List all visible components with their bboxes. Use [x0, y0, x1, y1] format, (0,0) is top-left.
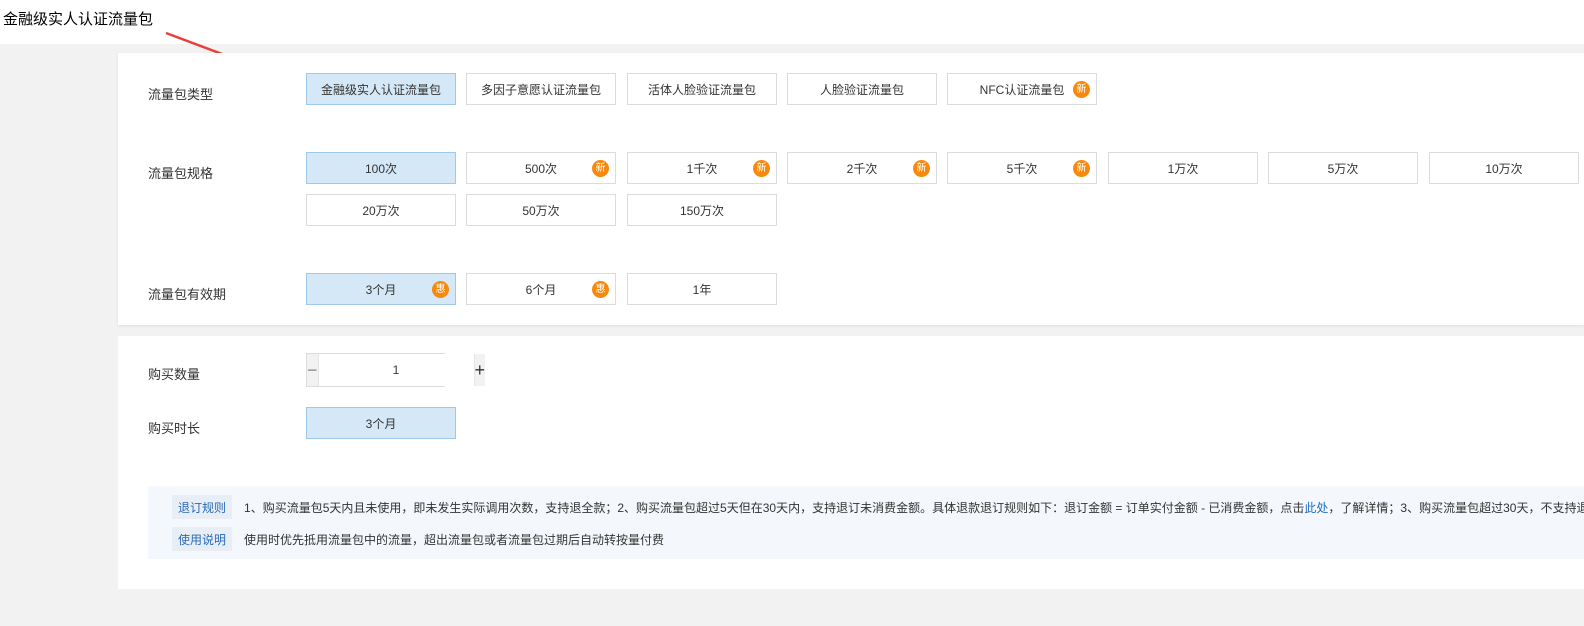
- package-spec-option-label: 500次: [524, 161, 558, 176]
- package-config-panel: 流量包类型 金融级实人认证流量包 多因子意愿认证流量包 活体人脸验证流量包 人脸验证流…: [118, 53, 1584, 325]
- package-spec-option[interactable]: 50万次: [466, 194, 616, 226]
- package-type-option[interactable]: NFC认证流量包新: [947, 73, 1097, 105]
- package-spec-option[interactable]: 1万次: [1108, 152, 1258, 184]
- duration-value: 3个月: [365, 416, 397, 431]
- package-spec-option-label: 50万次: [522, 203, 560, 218]
- package-spec-option[interactable]: 20万次: [306, 194, 456, 226]
- annotation-title: 金融级实人认证流量包: [3, 11, 154, 28]
- package-spec-option-label: 5千次: [1006, 161, 1038, 176]
- package-spec-option-label: 20万次: [362, 203, 400, 218]
- package-type-option[interactable]: 金融级实人认证流量包: [306, 73, 456, 105]
- package-type-option-label: 活体人脸验证流量包: [647, 82, 756, 97]
- new-badge-icon: 新: [1073, 160, 1090, 177]
- package-spec-option[interactable]: 2千次 新: [787, 152, 937, 184]
- package-spec-option[interactable]: 500次 新: [466, 152, 616, 184]
- new-badge-icon: 新: [1073, 81, 1090, 98]
- validity-option-label: 3个月: [365, 282, 397, 297]
- package-spec-option-label: 2千次: [846, 161, 878, 176]
- package-spec-label: 流量包规格: [148, 166, 214, 181]
- validity-option[interactable]: 6个月 惠: [466, 273, 616, 305]
- duration-label: 购买时长: [148, 421, 201, 436]
- validity-option[interactable]: 3个月 惠: [306, 273, 456, 305]
- validity-label: 流量包有效期: [148, 287, 227, 302]
- notice-box: 退订规则 1、购买流量包5天内且未使用，即未发生实际调用次数，支持退全款；2、购…: [148, 486, 1584, 559]
- package-spec-option[interactable]: 150万次: [627, 194, 777, 226]
- package-spec-option-label: 150万次: [679, 203, 725, 218]
- package-type-label: 流量包类型: [148, 87, 214, 102]
- package-type-option[interactable]: 多因子意愿认证流量包: [466, 73, 616, 105]
- package-type-option-label: NFC认证流量包: [979, 82, 1065, 97]
- refund-rule-text: 1、购买流量包5天内且未使用，即未发生实际调用次数，支持退全款；2、购买流量包超…: [244, 499, 1584, 516]
- usage-text: 使用时优先抵用流量包中的流量，超出流量包或者流量包过期后自动转按量付费: [244, 532, 665, 547]
- package-type-option[interactable]: 活体人脸验证流量包: [627, 73, 777, 105]
- purchase-panel: 购买数量 − + 购买时长 3个月 退订规则 1、购买流量包5天内且未使用，即未…: [118, 336, 1584, 589]
- package-spec-option[interactable]: 5万次: [1268, 152, 1418, 184]
- usage-row: 使用说明 使用时优先抵用流量包中的流量，超出流量包或者流量包过期后自动转按量付费: [148, 527, 664, 551]
- quantity-minus-button[interactable]: −: [307, 354, 318, 386]
- refund-text-after: ，了解详情；3、购买流量包超过30天，不支持退订。: [1328, 500, 1584, 515]
- discount-badge-icon: 惠: [592, 281, 609, 298]
- package-spec-option[interactable]: 100次: [306, 152, 456, 184]
- package-spec-option[interactable]: 1千次 新: [627, 152, 777, 184]
- validity-option[interactable]: 1年: [627, 273, 777, 305]
- package-spec-option-label: 1万次: [1167, 161, 1199, 176]
- package-type-option[interactable]: 人脸验证流量包: [787, 73, 937, 105]
- package-spec-option-label: 1千次: [686, 161, 718, 176]
- quantity-plus-button[interactable]: +: [474, 354, 486, 386]
- new-badge-icon: 新: [753, 160, 770, 177]
- package-spec-option[interactable]: 5千次 新: [947, 152, 1097, 184]
- top-strip: 金融级实人认证流量包: [0, 0, 1584, 44]
- package-type-option-label: 金融级实人认证流量包: [320, 82, 441, 97]
- new-badge-icon: 新: [913, 160, 930, 177]
- package-spec-option[interactable]: 10万次: [1429, 152, 1579, 184]
- validity-option-label: 1年: [692, 282, 712, 297]
- package-spec-option-label: 100次: [364, 161, 398, 176]
- refund-text-before: 1、购买流量包5天内且未使用，即未发生实际调用次数，支持退全款；2、购买流量包超…: [244, 500, 1305, 515]
- validity-option-label: 6个月: [525, 282, 557, 297]
- refund-rule-tag[interactable]: 退订规则: [172, 495, 233, 519]
- quantity-stepper: − +: [306, 353, 486, 387]
- duration-option[interactable]: 3个月: [306, 407, 456, 439]
- quantity-label: 购买数量: [148, 367, 201, 382]
- discount-badge-icon: 惠: [432, 281, 449, 298]
- package-type-option-label: 多因子意愿认证流量包: [480, 82, 601, 97]
- package-spec-option-label: 5万次: [1327, 161, 1359, 176]
- usage-tag[interactable]: 使用说明: [172, 527, 233, 551]
- refund-detail-link[interactable]: 此处: [1304, 501, 1328, 515]
- quantity-input[interactable]: [317, 354, 475, 386]
- new-badge-icon: 新: [592, 160, 609, 177]
- package-type-option-label: 人脸验证流量包: [819, 82, 904, 97]
- package-spec-option-label: 10万次: [1485, 161, 1523, 176]
- refund-rule-row: 退订规则 1、购买流量包5天内且未使用，即未发生实际调用次数，支持退全款；2、购…: [148, 495, 1584, 519]
